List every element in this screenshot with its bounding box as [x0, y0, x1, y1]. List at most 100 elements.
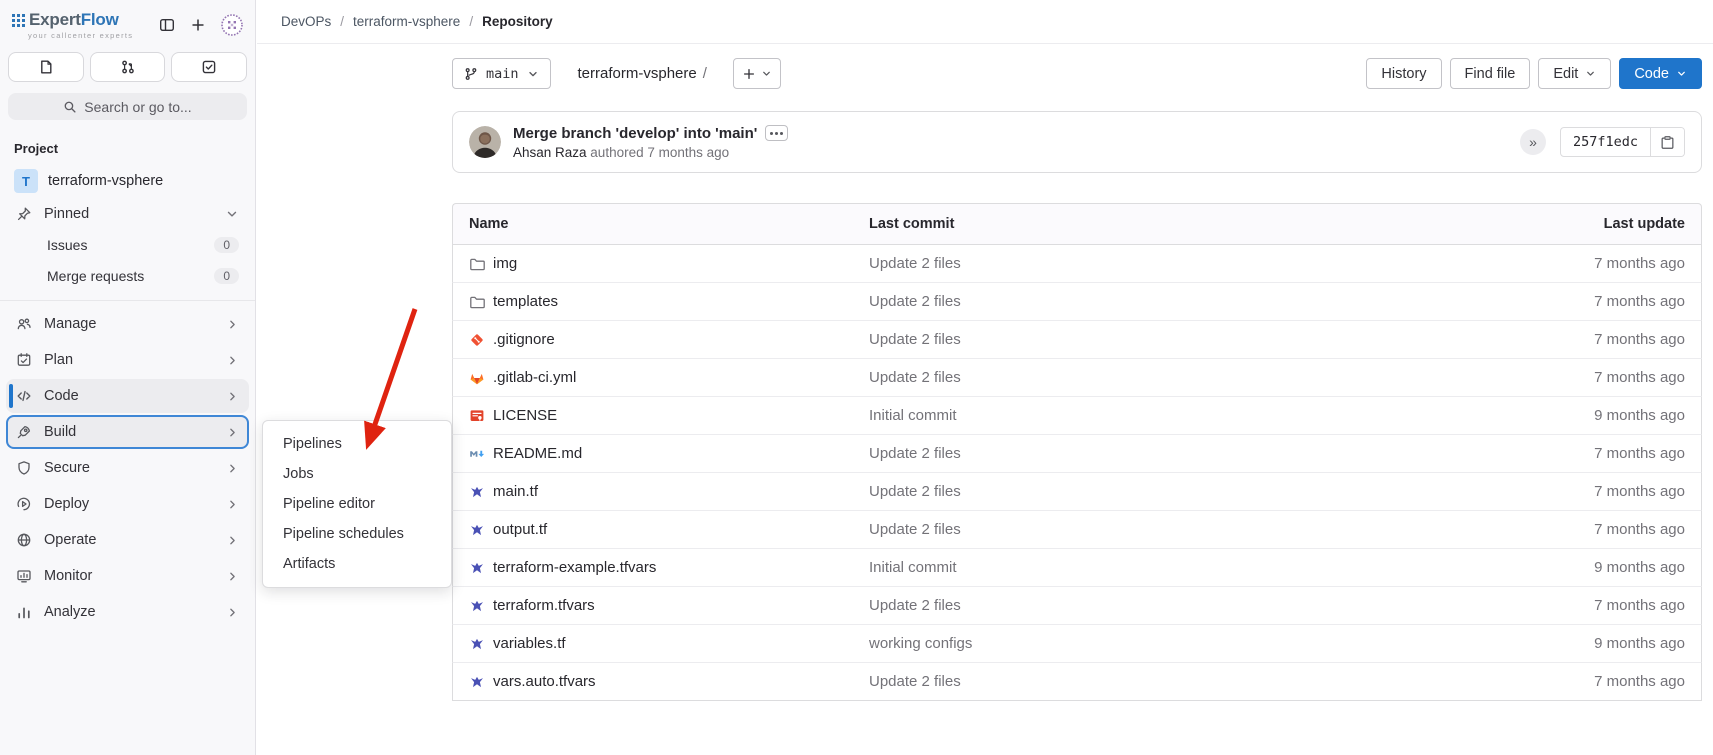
last-update-cell: 7 months ago	[1462, 663, 1702, 701]
breadcrumb-project[interactable]: terraform-vsphere	[353, 14, 460, 29]
flyout-item-pipeline-editor[interactable]: Pipeline editor	[263, 489, 451, 519]
sidebar: ExpertFlow your callcenter experts	[0, 0, 256, 755]
sidebar-item-pinned[interactable]: Pinned	[6, 200, 249, 228]
sidebar-item-build[interactable]: Build	[6, 415, 249, 449]
sidebar-item-deploy[interactable]: Deploy	[6, 487, 249, 521]
sidebar-item-analyze[interactable]: Analyze	[6, 595, 249, 629]
table-header-row: Name Last commit Last update	[452, 203, 1702, 245]
issues-shortcut-button[interactable]	[8, 52, 84, 82]
file-link[interactable]: terraform.tfvars	[469, 597, 837, 614]
table-row: terraform.tfvars Update 2 files 7 months…	[452, 587, 1702, 625]
issues-label: Issues	[47, 237, 87, 253]
sidebar-project-link[interactable]: T terraform-vsphere	[6, 164, 249, 198]
branch-selector[interactable]: main	[452, 58, 551, 89]
search-input[interactable]: Search or go to...	[8, 93, 247, 120]
commit-message-link[interactable]: Update 2 files	[869, 331, 961, 348]
commit-message-link[interactable]: Update 2 files	[869, 293, 961, 310]
flyout-item-artifacts[interactable]: Artifacts	[263, 549, 451, 579]
todo-shortcut-icon	[201, 59, 217, 75]
plus-icon	[742, 67, 756, 81]
flyout-item-pipelines[interactable]: Pipelines	[263, 429, 451, 459]
sidebar-item-operate[interactable]: Operate	[6, 523, 249, 557]
file-link[interactable]: .gitignore	[469, 331, 837, 348]
merge-requests-label: Merge requests	[47, 268, 144, 284]
copy-commit-hash-button[interactable]	[1650, 128, 1684, 156]
pipeline-expand-button[interactable]: »	[1520, 129, 1546, 155]
column-header-name: Name	[452, 203, 853, 245]
last-update-cell: 7 months ago	[1462, 473, 1702, 511]
file-link[interactable]: variables.tf	[469, 635, 837, 652]
file-link[interactable]: vars.auto.tfvars	[469, 673, 837, 690]
table-row: terraform-example.tfvars Initial commit …	[452, 549, 1702, 587]
pinned-label: Pinned	[44, 206, 89, 222]
flyout-item-pipeline-schedules[interactable]: Pipeline schedules	[263, 519, 451, 549]
sidebar-item-issues[interactable]: Issues 0	[6, 230, 249, 260]
search-placeholder: Search or go to...	[84, 99, 191, 115]
commit-message-link[interactable]: Update 2 files	[869, 673, 961, 690]
sidebar-item-code[interactable]: Code	[6, 379, 249, 413]
repository-main: main terraform-vsphere/ History Find fil…	[452, 44, 1702, 701]
commit-message-link[interactable]: Update 2 files	[869, 445, 961, 462]
file-link[interactable]: main.tf	[469, 483, 837, 500]
file-link[interactable]: .gitlab-ci.yml	[469, 369, 837, 386]
people-icon	[16, 316, 32, 332]
file-link[interactable]: LICENSE	[469, 407, 837, 424]
commit-message-link[interactable]: Update 2 files	[869, 521, 961, 538]
merge-requests-shortcut-button[interactable]	[90, 52, 166, 82]
todos-shortcut-button[interactable]	[171, 52, 247, 82]
flyout-item-jobs[interactable]: Jobs	[263, 459, 451, 489]
create-new-plus-icon[interactable]	[190, 17, 206, 33]
chevron-right-icon	[226, 570, 239, 583]
commit-message-link[interactable]: working configs	[869, 635, 972, 652]
commit-message-link[interactable]: Update 2 files	[869, 597, 961, 614]
add-file-button[interactable]	[733, 58, 781, 89]
commit-hash-box: 257f1edc	[1560, 127, 1685, 157]
table-row: README.md Update 2 files 7 months ago	[452, 435, 1702, 473]
commit-message-link[interactable]: Update 2 files	[869, 255, 961, 272]
last-update-cell: 9 months ago	[1462, 549, 1702, 587]
terraform-file-icon	[469, 674, 485, 690]
find-file-button[interactable]: Find file	[1450, 58, 1531, 89]
commit-meta-text: authored 7 months ago	[587, 145, 730, 160]
merge-requests-count-badge: 0	[214, 268, 239, 284]
breadcrumb: DevOPs / terraform-vsphere / Repository	[257, 0, 1713, 44]
sidebar-item-monitor[interactable]: Monitor	[6, 559, 249, 593]
sidebar-item-manage[interactable]: Manage	[6, 307, 249, 341]
commit-message-link[interactable]: Initial commit	[869, 407, 957, 424]
sidebar-item-merge-requests[interactable]: Merge requests 0	[6, 261, 249, 291]
edit-button[interactable]: Edit	[1538, 58, 1611, 89]
file-link[interactable]: terraform-example.tfvars	[469, 559, 837, 576]
expertflow-logo[interactable]: ExpertFlow your callcenter experts	[12, 10, 133, 40]
file-link[interactable]: README.md	[469, 445, 837, 462]
commit-author-link[interactable]: Ahsan Raza	[513, 145, 587, 160]
commit-ellipsis-button[interactable]	[765, 125, 788, 141]
column-header-last-update: Last update	[1462, 203, 1702, 245]
commit-message-link[interactable]: Update 2 files	[869, 483, 961, 500]
breadcrumb-group[interactable]: DevOPs	[281, 14, 331, 29]
user-avatar[interactable]	[221, 14, 243, 36]
file-link[interactable]: output.tf	[469, 521, 837, 538]
operate-label: Operate	[44, 532, 214, 548]
grid-dots-icon	[12, 14, 25, 27]
chevron-right-icon	[226, 426, 239, 439]
code-button[interactable]: Code	[1619, 58, 1702, 89]
calendar-icon	[16, 352, 32, 368]
history-button[interactable]: History	[1366, 58, 1441, 89]
analyze-label: Analyze	[44, 604, 214, 620]
terraform-file-icon	[469, 522, 485, 538]
commit-message-link[interactable]: Initial commit	[869, 559, 957, 576]
commit-author-avatar[interactable]	[469, 126, 501, 158]
breadcrumb-separator: /	[340, 14, 344, 29]
sidebar-item-secure[interactable]: Secure	[6, 451, 249, 485]
table-row: vars.auto.tfvars Update 2 files 7 months…	[452, 663, 1702, 701]
file-link[interactable]: templates	[469, 293, 837, 310]
sidebar-item-plan[interactable]: Plan	[6, 343, 249, 377]
repo-toolbar: main terraform-vsphere/ History Find fil…	[452, 58, 1702, 89]
search-icon	[63, 100, 77, 114]
chevron-down-icon	[761, 68, 772, 79]
sidebar-toggle-icon[interactable]	[159, 17, 175, 33]
commit-title-link[interactable]: Merge branch 'develop' into 'main'	[513, 125, 757, 142]
file-link[interactable]: img	[469, 255, 837, 272]
last-commit-panel: Merge branch 'develop' into 'main' Ahsan…	[452, 111, 1702, 173]
commit-message-link[interactable]: Update 2 files	[869, 369, 961, 386]
